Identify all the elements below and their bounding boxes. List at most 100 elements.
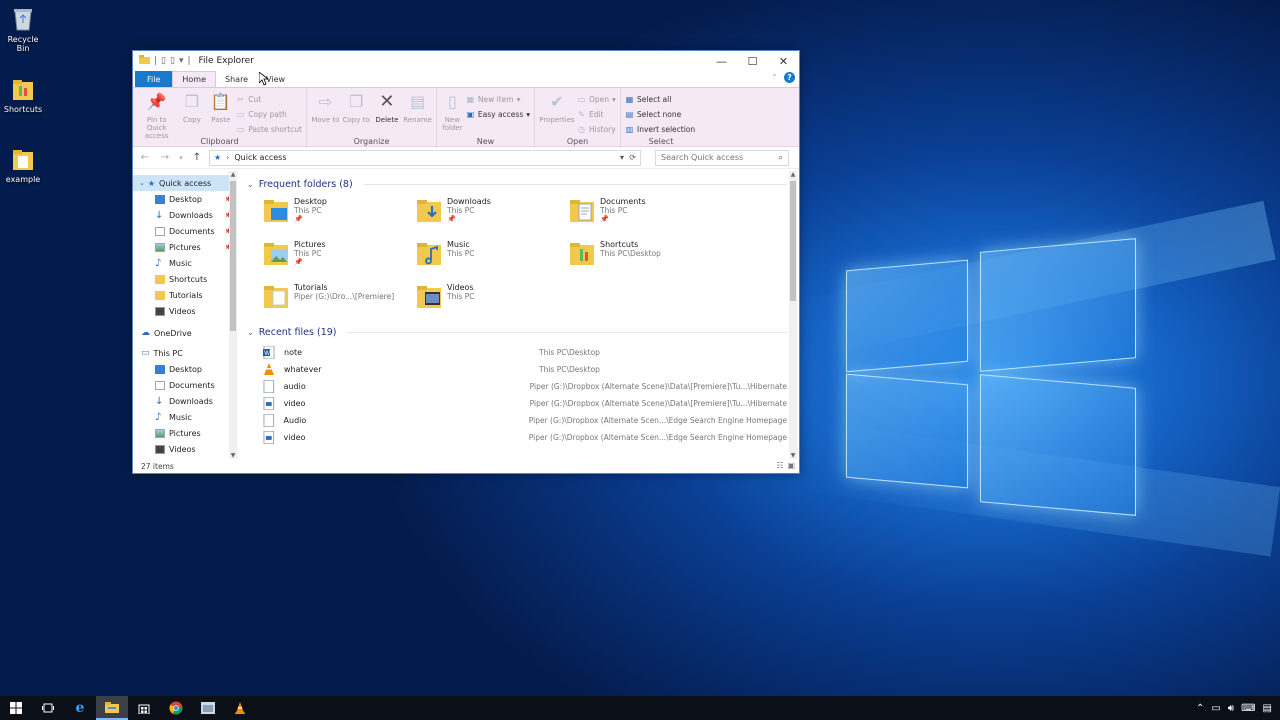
recent-file-row[interactable]: audio Piper (G:)\Dropbox (Alternate Scene… [247,378,787,395]
content-scroll-thumb[interactable] [790,181,796,301]
frequent-folders-header[interactable]: ⌄ Frequent folders (8) [247,175,787,193]
history-button[interactable]: ◷ History [577,123,616,136]
folder-tile-desktop[interactable]: Desktop This PC 📌 [263,196,416,231]
help-icon[interactable]: ? [784,72,795,83]
nav-item-quick-tutorials[interactable]: Tutorials [133,287,237,303]
recent-file-row[interactable]: whatever This PC\Desktop [247,361,787,378]
taskbar-chrome-button[interactable] [160,696,192,720]
folder-tile-videos[interactable]: Videos This PC [416,282,569,317]
minimize-button[interactable]: — [706,51,737,71]
volume-icon[interactable]: 🔊︎ [1228,703,1234,714]
window-title: File Explorer [198,56,254,66]
recent-file-row[interactable]: video Piper (G:)\Dropbox (Alternate Scene… [247,395,787,412]
recent-file-row[interactable]: Audio Piper (G:)\Dropbox (Alternate Scen.… [247,412,787,429]
address-input[interactable]: ★ › Quick access ▾ ⟳ [209,149,641,166]
maximize-button[interactable]: ☐ [737,51,768,71]
tab-file[interactable]: File [135,71,173,87]
chevron-up-icon[interactable]: ⌃ [1196,703,1204,714]
chevron-down-icon[interactable]: ⌄ [247,180,254,189]
open-button[interactable]: ▭ Open ▾ [577,93,616,106]
large-icons-view-icon[interactable]: ▣ [787,461,795,470]
recent-locations-icon[interactable]: ▾ [177,154,185,162]
task-view-button[interactable] [32,696,64,720]
nav-item-pc-downloads[interactable]: ↓ Downloads [133,393,237,409]
nav-item-pc-videos[interactable]: Videos [133,441,237,457]
action-center-icon[interactable]: ▤ [1263,703,1272,714]
tab-share[interactable]: Share [216,71,257,87]
properties-qat-icon[interactable]: ▯ [161,56,166,66]
nav-item-quick-music[interactable]: ♪ Music [133,255,237,271]
tab-home[interactable]: Home [172,71,217,87]
up-arrow-icon[interactable]: ↑ [189,152,205,163]
keyboard-icon[interactable]: ⌨ [1241,703,1255,714]
content-scrollbar[interactable]: ▲ ▼ [789,171,797,459]
nav-item-pc-documents[interactable]: Documents [133,377,237,393]
recent-file-row[interactable]: video Piper (G:)\Dropbox (Alternate Scen.… [247,429,787,446]
cut-button[interactable]: ✂ Cut [236,93,302,106]
scroll-up-icon[interactable]: ▲ [229,171,237,178]
nav-item-quick-pictures[interactable]: Pictures📌 [133,239,237,255]
nav-item-pc-desktop[interactable]: Desktop [133,361,237,377]
nav-scroll-thumb[interactable] [230,181,236,331]
folder-tile-music[interactable]: Music This PC [416,239,569,274]
new-folder-qat-icon[interactable]: ▯ [170,56,175,66]
folder-tile-pictures[interactable]: Pictures This PC 📌 [263,239,416,274]
ribbon-home: 📌 Pin to Quick access ❐ Copy 📋 Paste ✂ Cu… [133,87,799,148]
nav-item-this-pc[interactable]: ▭ This PC [133,345,237,361]
chevron-down-icon[interactable]: ⌄ [139,179,145,187]
nav-item-quick-shortcuts[interactable]: Shortcuts [133,271,237,287]
select-all-button[interactable]: ▦ Select all [625,93,695,106]
network-icon[interactable]: ▭ [1211,703,1220,714]
chevron-down-icon[interactable]: ⌄ [247,328,254,337]
desktop-icon-shortcuts[interactable]: Shortcuts [0,76,46,114]
address-dropdown-icon[interactable]: ▾ [620,153,624,162]
scroll-up-icon[interactable]: ▲ [789,171,797,178]
taskbar-store-button[interactable] [128,696,160,720]
search-input[interactable]: Search Quick access ⌕ [655,149,789,166]
back-arrow-icon[interactable]: ← [137,152,153,163]
breadcrumb-quick-access[interactable]: Quick access [234,153,286,162]
desktop-icon-recycle-bin[interactable]: Recycle Bin [0,6,46,53]
ribbon-collapse-icon[interactable]: ⌃ [771,73,778,82]
nav-item-onedrive[interactable]: ☁ OneDrive [133,325,237,341]
folder-tile-tutorials[interactable]: Tutorials Piper (G:)\Dro...\[Premiere] [263,282,416,317]
recent-file-row[interactable]: Wnote This PC\Desktop [247,344,787,361]
nav-item-quick-downloads[interactable]: ↓Downloads📌 [133,207,237,223]
scroll-down-icon[interactable]: ▼ [229,452,237,459]
copy-path-button[interactable]: ▭ Copy path [236,108,302,121]
desktop-icon-example[interactable]: example [0,146,46,184]
nav-item-pc-music[interactable]: ♪ Music [133,409,237,425]
nav-item-pc-pictures[interactable]: Pictures [133,425,237,441]
refresh-icon[interactable]: ⟳ [629,153,636,162]
status-bar: 27 items ☷ ▣ [133,459,799,473]
select-none-button[interactable]: ▤ Select none [625,108,695,121]
taskbar-app-button[interactable] [192,696,224,720]
easy-access-button[interactable]: ▣ Easy access ▾ [466,108,530,121]
paste-shortcut-button[interactable]: ▭ Paste shortcut [236,123,302,136]
title-bar[interactable]: | ▯ ▯ ▾ | File Explorer — ☐ ✕ [133,51,799,71]
qat-dropdown-icon[interactable]: ▾ [179,56,184,66]
qat-separator-icon: | [154,56,158,66]
scroll-down-icon[interactable]: ▼ [789,452,797,459]
recent-files-header[interactable]: ⌄ Recent files (19) [247,323,787,341]
nav-item-quick-videos[interactable]: Videos [133,303,237,319]
folder-tile-documents[interactable]: Documents This PC 📌 [569,196,722,231]
nav-item-quick-access[interactable]: ⌄ ★ Quick access [133,175,237,191]
folder-icon [155,274,165,284]
close-button[interactable]: ✕ [768,51,799,71]
new-item-button[interactable]: ▦ New item ▾ [466,93,530,106]
folder-tile-shortcuts[interactable]: Shortcuts This PC\Desktop [569,239,722,274]
details-view-icon[interactable]: ☷ [776,461,783,470]
nav-item-quick-desktop[interactable]: Desktop📌 [133,191,237,207]
start-button[interactable] [0,696,32,720]
folder-tile-downloads[interactable]: Downloads This PC 📌 [416,196,569,231]
nav-item-quick-documents[interactable]: Documents📌 [133,223,237,239]
forward-arrow-icon[interactable]: → [157,152,173,163]
invert-selection-button[interactable]: ▥ Invert selection [625,123,695,136]
group-label-organize: Organize [353,137,390,146]
taskbar-vlc-button[interactable] [224,696,256,720]
taskbar-edge-button[interactable]: e [64,696,96,720]
taskbar-file-explorer-button[interactable] [96,696,128,720]
edit-button[interactable]: ✎ Edit [577,108,616,121]
nav-scrollbar[interactable]: ▲ ▼ [229,171,237,459]
